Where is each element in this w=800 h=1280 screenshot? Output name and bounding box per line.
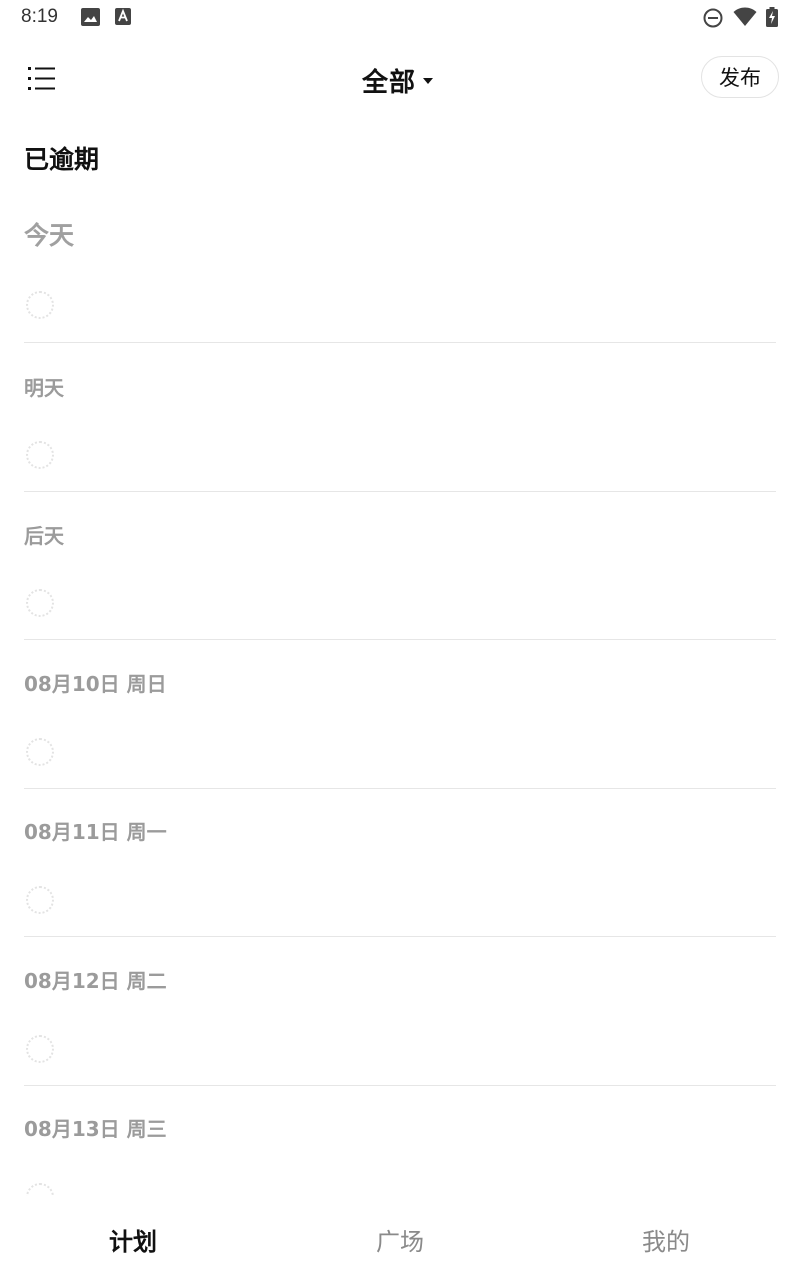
section-label: 08月10日 周日 (24, 672, 167, 696)
section-label: 08月11日 周一 (24, 820, 167, 844)
image-icon (81, 8, 100, 26)
nav-item-plan[interactable]: 计划 (109, 1222, 157, 1257)
status-time: 8:19 (21, 6, 58, 27)
section-date-0812: 08月12日 周二 (24, 963, 776, 1087)
caret-down-icon (423, 78, 434, 84)
wifi-icon (733, 7, 757, 26)
divider (24, 1085, 776, 1086)
add-task-circle[interactable] (26, 886, 54, 914)
nav-item-square[interactable]: 广场 (376, 1222, 424, 1257)
section-date-0813: 08月13日 周三 (24, 1111, 776, 1196)
publish-button[interactable]: 发布 (701, 56, 779, 98)
add-task-circle[interactable] (26, 1183, 54, 1196)
top-bar: 全部 发布 (0, 50, 800, 110)
add-task-circle[interactable] (26, 738, 54, 766)
section-date-0810: 08月10日 周日 (24, 666, 776, 790)
divider (24, 491, 776, 492)
section-label: 后天 (24, 524, 64, 548)
section-tomorrow: 明天 (24, 370, 776, 494)
bottom-nav: 计划 广场 我的 (0, 1196, 800, 1280)
add-task-circle[interactable] (26, 1035, 54, 1063)
divider (24, 639, 776, 640)
divider (24, 936, 776, 937)
section-label: 08月13日 周三 (24, 1117, 167, 1141)
divider (24, 342, 776, 343)
section-date-0811: 08月11日 周一 (24, 814, 776, 938)
list-menu-icon[interactable] (26, 64, 58, 94)
add-task-circle[interactable] (26, 589, 54, 617)
page-title: 全部 (362, 67, 417, 98)
section-label: 明天 (24, 376, 64, 400)
add-task-circle[interactable] (26, 291, 54, 319)
section-today: 今天 (24, 214, 776, 344)
status-bar: 8:19 (0, 0, 800, 36)
text-a-icon (115, 8, 131, 25)
do-not-disturb-icon (703, 8, 723, 28)
battery-charging-icon (766, 7, 778, 27)
category-filter-dropdown[interactable]: 全部 (362, 62, 434, 98)
section-label: 08月12日 周二 (24, 969, 167, 993)
nav-item-mine[interactable]: 我的 (642, 1222, 690, 1257)
section-day-after-tomorrow: 后天 (24, 518, 776, 642)
overdue-heading: 已逾期 (24, 145, 100, 174)
divider (24, 788, 776, 789)
section-label: 今天 (24, 221, 75, 250)
add-task-circle[interactable] (26, 441, 54, 469)
